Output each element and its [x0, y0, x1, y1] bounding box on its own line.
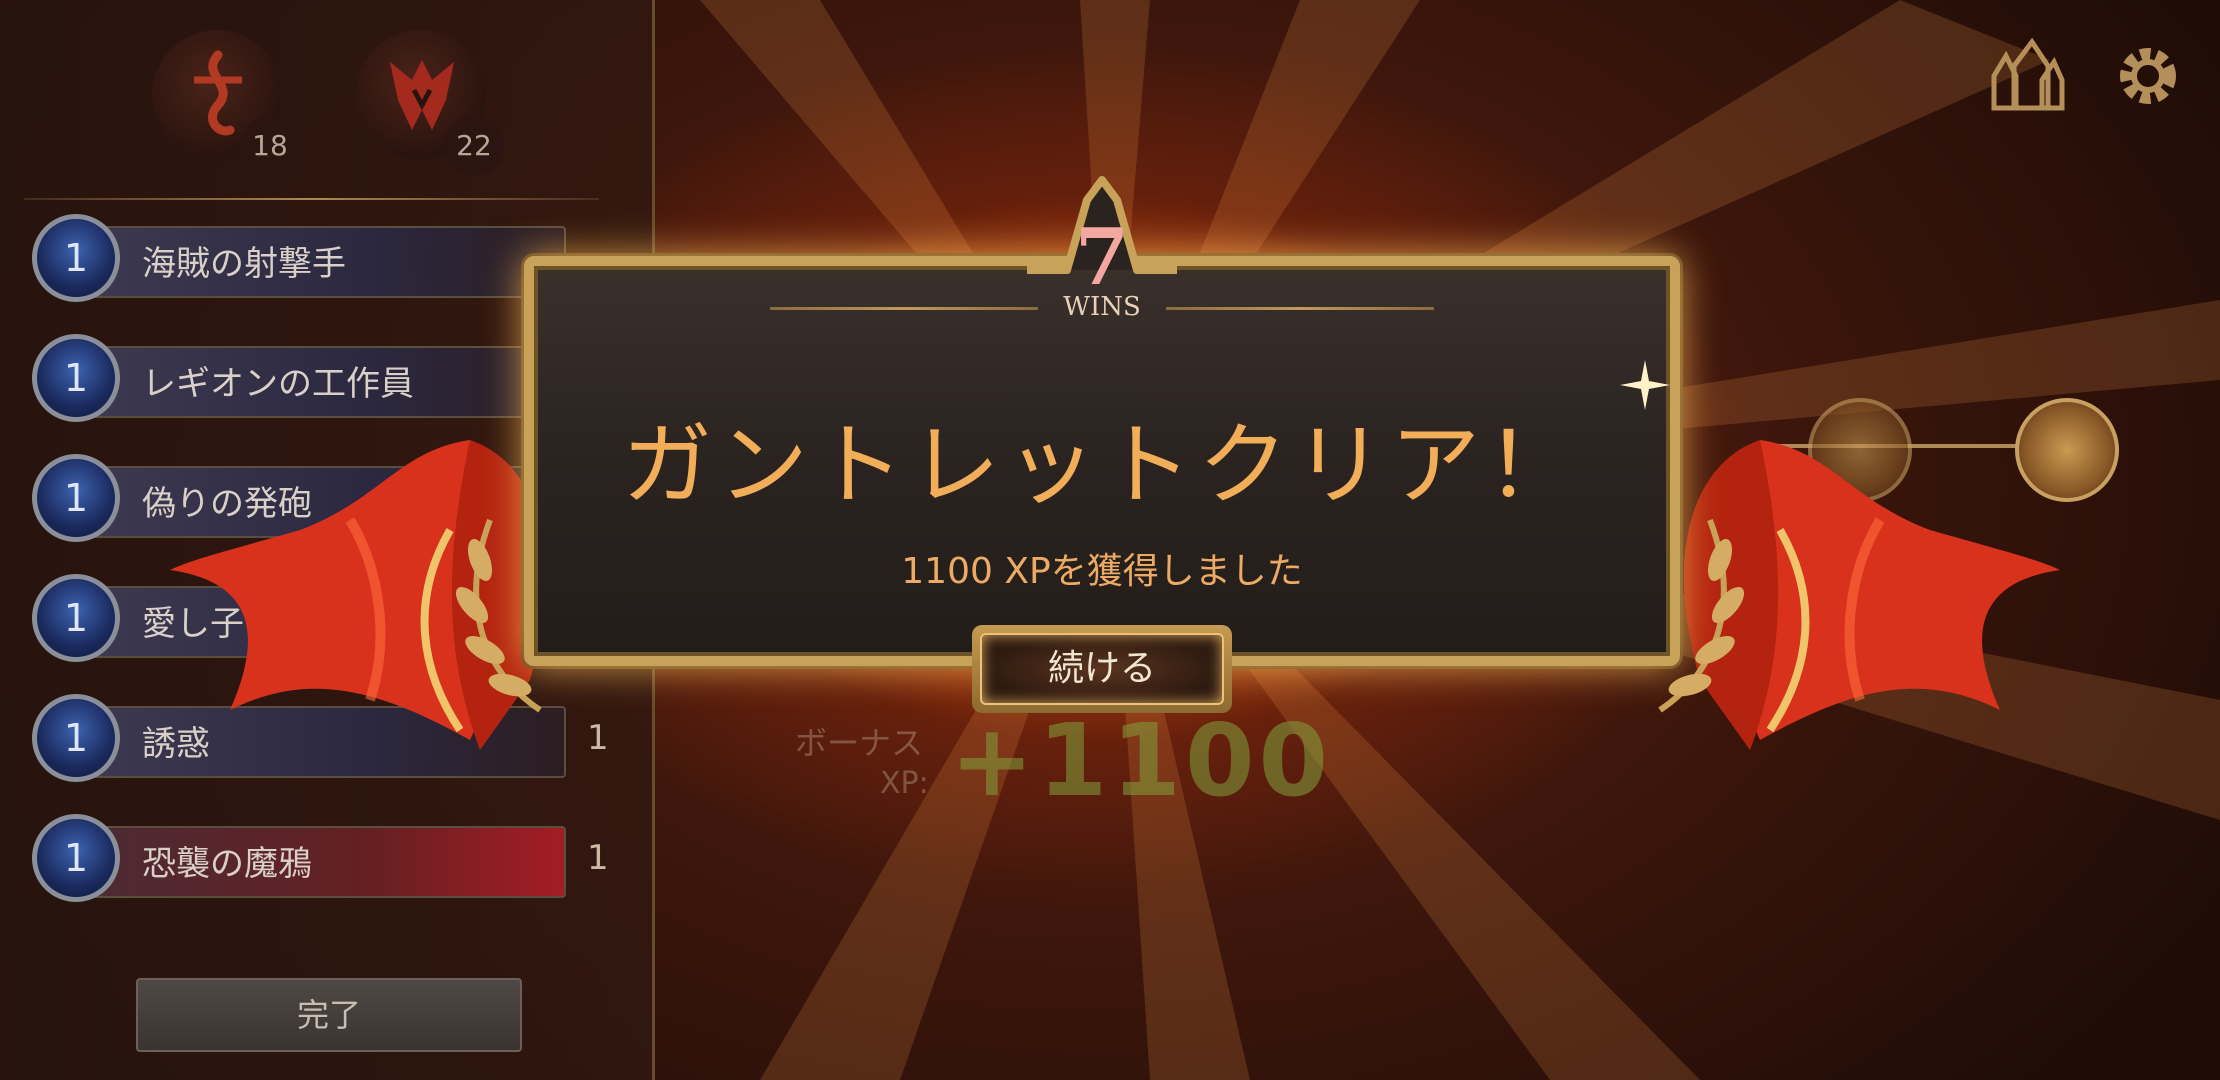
sparkle-icon	[1620, 360, 1670, 410]
mana-cost: 1	[32, 214, 120, 302]
bonus-xp-value: +1100	[950, 702, 1333, 819]
mana-cost: 1	[32, 334, 120, 422]
mana-cost: 1	[32, 814, 120, 902]
mana-cost: 1	[32, 454, 120, 542]
right-laurel-icon	[1658, 518, 1745, 713]
gear-icon[interactable]	[2106, 36, 2190, 116]
region-card-count: 22	[444, 116, 504, 176]
left-laurel-icon	[455, 518, 542, 713]
mana-cost: 1	[32, 694, 120, 782]
region-card-count: 18	[240, 116, 300, 176]
gauntlet-complete-dialog: 7 WINS ガントレットクリア！ 1100 XPを獲得しました 続ける	[500, 170, 1704, 713]
card-qty: 1	[587, 838, 609, 878]
dialog-title: ガントレットクリア！	[622, 413, 1582, 518]
wins-label: WINS	[1063, 292, 1141, 322]
xp-earned-text: 1100 XPを獲得しました	[901, 551, 1303, 592]
bilgewater-icon	[194, 50, 242, 136]
done-button[interactable]: 完了	[136, 978, 522, 1052]
mana-cost: 1	[32, 574, 120, 662]
deck-card-row[interactable]: 1 恐襲の魔鴉 1	[32, 814, 612, 906]
card-name: 恐襲の魔鴉	[142, 844, 312, 884]
bonus-xp-label: XP:	[880, 766, 929, 801]
continue-button[interactable]: 続ける	[972, 625, 1232, 713]
region-noxus[interactable]: 22	[356, 30, 504, 176]
region-bilgewater[interactable]: 18	[152, 30, 300, 176]
wins-count: 7	[1074, 212, 1130, 303]
card-name: レギオンの工作員	[142, 364, 414, 404]
shop-icon[interactable]	[1984, 36, 2068, 116]
noxus-icon	[390, 60, 454, 130]
bonus-label: ボーナス	[795, 724, 924, 762]
card-name: 海賊の射撃手	[142, 244, 346, 284]
continue-label: 続ける	[980, 633, 1224, 705]
